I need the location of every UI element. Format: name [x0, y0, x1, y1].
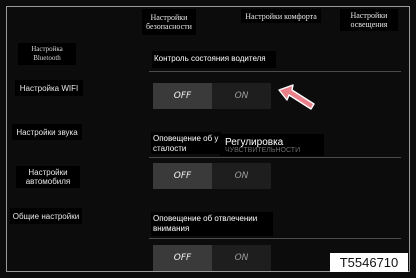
tab-label: Настройки безопасности	[146, 13, 192, 31]
sidebar-item-vehicle[interactable]: Настройки автомобиля	[16, 166, 80, 188]
divider	[149, 71, 401, 72]
driver-monitoring-toggle[interactable]: OFF ON	[153, 83, 271, 109]
toggle-on[interactable]: ON	[212, 163, 271, 189]
divider	[149, 157, 401, 158]
sidebar-item-general[interactable]: Общие настройки	[10, 208, 82, 224]
tab-lighting-settings[interactable]: Настройки освещения	[340, 9, 398, 31]
fatigue-alert-toggle[interactable]: OFF ON	[153, 163, 271, 189]
sensitivity-overlay: Регулировка ЧУВСТВИТЕЛЬНОСТИ	[220, 134, 324, 156]
pink-arrow-icon	[278, 84, 315, 110]
sidebar-item-label: Настройка Bluetooth	[31, 45, 63, 62]
toggle-off[interactable]: OFF	[153, 245, 212, 271]
settings-screen: Настройки безопасности Настройки комфорт…	[0, 0, 416, 278]
toggle-off[interactable]: OFF	[153, 83, 212, 109]
sidebar-item-label: Настройки звука	[16, 127, 78, 137]
sidebar-item-label: Общие настройки	[12, 211, 80, 221]
toggle-on[interactable]: ON	[212, 83, 271, 109]
setting-label-fatigue-alert: Оповещение об у сталости	[151, 132, 221, 154]
distraction-alert-toggle[interactable]: OFF ON	[153, 245, 271, 271]
tab-label: Настройки освещения	[350, 11, 388, 29]
setting-label-distraction-alert: Оповещение об отвлечении внимания	[151, 212, 273, 236]
toggle-off[interactable]: OFF	[153, 163, 212, 189]
sidebar-item-sound[interactable]: Настройки звука	[12, 124, 82, 140]
sidebar-item-wifi[interactable]: Настройка WIFI	[15, 80, 83, 96]
tab-comfort-settings[interactable]: Настройки комфорта	[241, 9, 321, 23]
sidebar-item-bluetooth[interactable]: Настройка Bluetooth	[18, 43, 76, 65]
image-code-label: T5546710	[330, 253, 408, 272]
setting-label-driver-monitoring: Контроль состояния водителя	[152, 51, 276, 68]
divider	[149, 238, 401, 239]
sidebar-item-label: Настройка WIFI	[19, 83, 79, 93]
tab-safety-settings[interactable]: Настройки безопасности	[142, 9, 196, 35]
toggle-on[interactable]: ON	[212, 245, 271, 271]
tab-label: Настройки комфорта	[245, 11, 317, 21]
overlay-subtitle: ЧУВСТВИТЕЛЬНОСТИ	[225, 147, 301, 154]
sidebar-item-label: Настройки автомобиля	[25, 168, 71, 186]
